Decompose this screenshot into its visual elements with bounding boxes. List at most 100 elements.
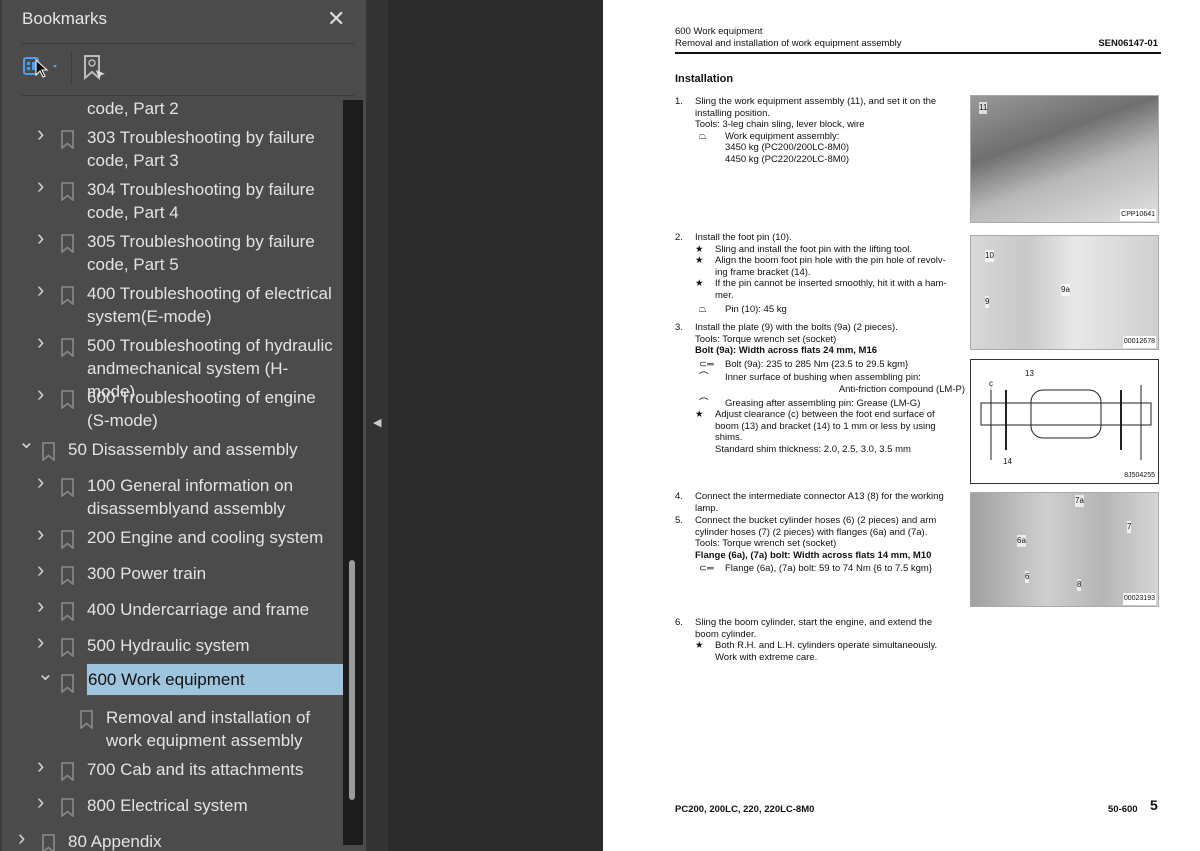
bookmark-item[interactable]: › 600 Troubleshooting of engine (S-mode) <box>2 382 343 437</box>
lubricant-icon: ⌒ <box>699 372 709 384</box>
section-heading: Installation <box>675 73 734 85</box>
torque-icon: ⊂═ <box>699 358 714 370</box>
scrollbar-thumb[interactable] <box>349 560 355 800</box>
bookmark-item[interactable]: › 500 Troubleshooting of hydraulic andmec… <box>2 330 343 401</box>
bookmark-item[interactable]: › 300 Power train <box>2 558 343 597</box>
bookmark-tree: › 302 Troubleshooting by failure code, Pa… <box>2 97 343 851</box>
bookmark-item[interactable]: ⌄ 50 Disassembly and assembly <box>2 431 343 473</box>
bookmark-label: 400 Undercarriage and frame <box>87 600 310 619</box>
bookmark-label: 600 Work equipment <box>86 663 343 696</box>
chevron-right-icon[interactable]: › <box>37 330 51 353</box>
bookmark-icon <box>61 130 74 150</box>
weight-icon: ⏢ <box>699 130 707 142</box>
bookmark-icon <box>61 762 74 782</box>
close-icon[interactable]: ✕ <box>327 6 345 32</box>
bookmark-icon <box>61 286 74 306</box>
header-section: 600 Work equipment <box>675 26 763 37</box>
chevron-right-icon[interactable]: › <box>37 278 51 301</box>
bookmark-label: 302 Troubleshooting by failure code, Par… <box>87 99 179 118</box>
lubricant-icon: ⌒ <box>699 397 709 409</box>
chevron-right-icon[interactable]: › <box>37 470 51 493</box>
footer-models: PC200, 200LC, 220, 220LC-8M0 <box>675 804 815 815</box>
bookmark-label: 100 General information on disassemblyan… <box>87 476 294 518</box>
bookmark-item[interactable]: ⌄ 600 Work equipment <box>2 663 343 705</box>
find-current-bookmark-button[interactable] <box>82 54 110 82</box>
bookmark-icon <box>61 338 74 358</box>
bookmark-options-button[interactable] <box>22 56 60 80</box>
chevron-right-icon[interactable]: › <box>37 594 51 617</box>
bookmark-label: 200 Engine and cooling system <box>87 528 324 547</box>
bookmark-options-icon <box>23 57 57 78</box>
bookmark-icon <box>61 798 74 818</box>
bookmark-item[interactable]: › 700 Cab and its attachments <box>2 754 343 793</box>
bookmark-icon <box>42 834 55 851</box>
bookmark-icon <box>61 566 74 586</box>
bookmark-label: Removal and installation of work equipme… <box>106 708 311 750</box>
bookmark-item[interactable]: › 304 Troubleshooting by failure code, Pa… <box>2 174 343 229</box>
bookmark-item[interactable]: › 400 Troubleshooting of electrical syste… <box>2 278 343 333</box>
tree-scrollbar[interactable] <box>343 100 363 845</box>
bookmark-item[interactable]: › 303 Troubleshooting by failure code, Pa… <box>2 122 343 177</box>
bookmark-label: 700 Cab and its attachments <box>87 760 304 779</box>
chevron-right-icon[interactable]: › <box>37 122 51 145</box>
header-subsection: Removal and installation of work equipme… <box>675 38 902 49</box>
bookmark-icon <box>61 234 74 254</box>
bookmark-item[interactable]: › 305 Troubleshooting by failure code, Pa… <box>2 226 343 281</box>
step-1: 1. Sling the work equipment assembly (11… <box>675 96 937 165</box>
bookmark-item[interactable]: ›302 Troubleshooting by failure code, Pa… <box>2 97 343 125</box>
bookmark-icon <box>61 478 74 498</box>
divider <box>22 43 354 44</box>
chevron-right-icon[interactable]: › <box>37 754 51 777</box>
bookmark-item[interactable]: Removal and installation of work equipme… <box>2 705 343 757</box>
panel-collapse-strip[interactable]: ◀ <box>366 0 388 851</box>
bookmark-icon <box>61 182 74 202</box>
bookmark-icon <box>80 710 93 730</box>
doc-code: SEN06147-01 <box>1098 38 1158 49</box>
divider <box>22 95 354 96</box>
toolbar-separator <box>71 52 72 84</box>
header-rule <box>675 52 1161 54</box>
collapse-left-icon[interactable]: ◀ <box>373 416 381 429</box>
bookmark-icon <box>61 530 74 550</box>
star-icon: ★ <box>695 409 704 421</box>
find-current-bookmark-icon <box>84 55 105 81</box>
bookmark-icon <box>61 674 74 694</box>
bookmark-item[interactable]: › 100 General information on disassemblya… <box>2 470 343 525</box>
bookmark-item[interactable]: › 80 Appendix <box>2 826 343 851</box>
figure-clearance-diagram: c 13 14 8J504255 <box>970 359 1159 484</box>
step-4: 4. Connect the intermediate connector A1… <box>675 491 944 514</box>
chevron-right-icon[interactable]: › <box>37 174 51 197</box>
torque-icon: ⊂═ <box>699 563 714 575</box>
bookmark-icon <box>42 442 55 462</box>
bookmark-label: 80 Appendix <box>68 832 162 851</box>
bookmark-label: 300 Power train <box>87 564 207 583</box>
chevron-right-icon[interactable]: › <box>37 790 51 813</box>
pdf-page: 600 Work equipment Removal and installat… <box>603 0 1200 851</box>
star-icon: ★ <box>695 640 704 652</box>
chevron-right-icon[interactable]: › <box>37 382 51 405</box>
bookmark-item[interactable]: › 400 Undercarriage and frame <box>2 594 343 633</box>
figure-hoses-photo: 7a 6a 7 6 8 00023193 <box>970 492 1159 607</box>
chevron-right-icon[interactable]: › <box>37 630 51 653</box>
footer-page-number: 5 <box>1150 797 1158 813</box>
bookmark-item[interactable]: › 800 Electrical system <box>2 790 343 829</box>
chevron-down-icon[interactable]: ⌄ <box>18 431 35 453</box>
bookmark-label: 303 Troubleshooting by failure code, Par… <box>87 128 315 170</box>
step-6: 6. Sling the boom cylinder, start the en… <box>675 617 938 663</box>
panel-title: Bookmarks <box>22 9 108 28</box>
chevron-right-icon[interactable]: › <box>37 226 51 249</box>
bookmark-label: 600 Troubleshooting of engine (S-mode) <box>87 388 316 430</box>
chevron-right-icon[interactable]: › <box>37 522 51 545</box>
weight-icon: ⏢ <box>699 303 707 315</box>
chevron-right-icon[interactable]: › <box>18 826 32 849</box>
bookmark-item[interactable]: › 200 Engine and cooling system <box>2 522 343 561</box>
step-3: 3. Install the plate (9) with the bolts … <box>675 322 965 455</box>
bookmarks-panel: Bookmarks ✕ › 302 Troubleshooting by fail… <box>0 0 366 851</box>
chevron-down-icon[interactable]: ⌄ <box>37 663 54 685</box>
star-icon: ★ <box>695 278 704 290</box>
bookmark-label: 305 Troubleshooting by failure code, Par… <box>87 232 315 274</box>
bookmark-icon <box>61 602 74 622</box>
bookmark-label: 400 Troubleshooting of electrical system… <box>87 284 332 326</box>
bookmark-icon <box>61 390 74 410</box>
chevron-right-icon[interactable]: › <box>37 558 51 581</box>
